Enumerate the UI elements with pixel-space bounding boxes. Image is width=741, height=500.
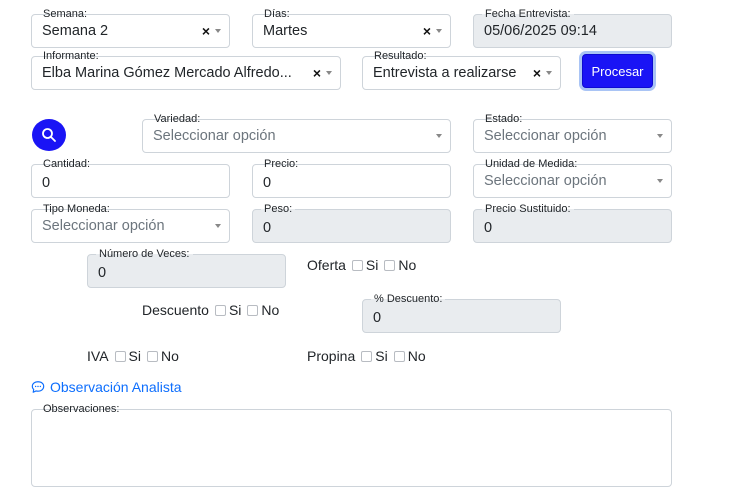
informante-label: Informante:	[40, 49, 102, 63]
iva-no-checkbox[interactable]	[146, 350, 158, 362]
peso-field: Peso: 0	[252, 202, 451, 243]
chat-icon	[31, 381, 45, 393]
search-icon	[42, 128, 56, 142]
caret-down-icon[interactable]	[657, 179, 663, 183]
fecha-entrevista-field: Fecha Entrevista: 05/06/2025 09:14	[473, 7, 672, 48]
resultado-select[interactable]: Resultado: Entrevista a realizarse ×	[362, 49, 561, 90]
clear-x-icon[interactable]: ×	[423, 23, 431, 39]
procesar-button[interactable]: Procesar	[582, 54, 653, 88]
oferta-group: Oferta Si No	[307, 257, 420, 273]
propina-si-checkbox[interactable]	[361, 350, 373, 362]
descuento-si-checkbox[interactable]	[214, 304, 226, 316]
iva-label: IVA	[87, 348, 109, 364]
numero-veces-label: Número de Veces:	[96, 247, 193, 261]
caret-down-icon[interactable]	[436, 134, 442, 138]
observacion-analista-link[interactable]: Observación Analista	[31, 379, 182, 395]
precio-value: 0	[263, 175, 272, 191]
dias-value: Martes	[263, 23, 308, 39]
peso-label: Peso:	[261, 202, 296, 216]
numero-veces-value: 0	[98, 265, 107, 281]
iva-group: IVA Si No	[87, 348, 183, 364]
unidad-medida-placeholder: Seleccionar opción	[484, 173, 607, 189]
oferta-no-checkbox[interactable]	[384, 259, 396, 271]
semana-value: Semana 2	[42, 23, 109, 39]
estado-select[interactable]: Estado: Seleccionar opción	[473, 112, 672, 153]
precio-sustituido-value: 0	[484, 220, 493, 236]
caret-down-icon[interactable]	[215, 29, 221, 33]
caret-down-icon[interactable]	[657, 134, 663, 138]
cantidad-label: Cantidad:	[40, 157, 94, 171]
descuento-no-label: No	[261, 302, 280, 318]
unidad-medida-label: Unidad de Medida:	[482, 157, 581, 171]
clear-x-icon[interactable]: ×	[313, 65, 321, 81]
numero-veces-field: Número de Veces: 0	[87, 247, 286, 288]
informante-select[interactable]: Informante: Elba Marina Gómez Mercado Al…	[31, 49, 341, 90]
variedad-select[interactable]: Variedad: Seleccionar opción	[142, 112, 451, 153]
observaciones-textarea[interactable]: Observaciones:	[31, 402, 672, 487]
search-button[interactable]	[32, 119, 66, 151]
fecha-entrevista-label: Fecha Entrevista:	[482, 7, 574, 21]
semana-label: Semana:	[40, 7, 91, 21]
resultado-value: Entrevista a realizarse	[373, 65, 517, 81]
tipo-moneda-placeholder: Seleccionar opción	[42, 218, 165, 234]
iva-si-label: Si	[128, 348, 141, 364]
porc-descuento-field: % Descuento: 0	[362, 292, 561, 333]
descuento-label: Descuento	[142, 302, 209, 318]
unidad-medida-select[interactable]: Unidad de Medida: Seleccionar opción	[473, 157, 672, 198]
variedad-placeholder: Seleccionar opción	[153, 128, 276, 144]
cantidad-value: 0	[42, 175, 51, 191]
caret-down-icon[interactable]	[436, 29, 442, 33]
resultado-label: Resultado:	[371, 49, 430, 63]
tipo-moneda-label: Tipo Moneda:	[40, 202, 113, 216]
propina-no-checkbox[interactable]	[393, 350, 405, 362]
oferta-si-checkbox[interactable]	[351, 259, 363, 271]
variedad-label: Variedad:	[151, 112, 204, 126]
descuento-group: Descuento Si No	[142, 302, 283, 318]
fecha-entrevista-value: 05/06/2025 09:14	[484, 23, 597, 39]
observacion-analista-label: Observación Analista	[50, 379, 182, 395]
peso-value: 0	[263, 220, 272, 236]
clear-x-icon[interactable]: ×	[202, 23, 210, 39]
precio-sustituido-field: Precio Sustituido: 0	[473, 202, 672, 243]
caret-down-icon[interactable]	[215, 224, 221, 228]
porc-descuento-value: 0	[373, 310, 382, 326]
oferta-no-label: No	[398, 257, 417, 273]
precio-sustituido-label: Precio Sustituido:	[482, 202, 574, 216]
caret-down-icon[interactable]	[546, 71, 552, 75]
dias-label: Días:	[261, 7, 293, 21]
dias-select[interactable]: Días: Martes ×	[252, 7, 451, 48]
descuento-si-label: Si	[228, 302, 242, 318]
descuento-no-checkbox[interactable]	[247, 304, 259, 316]
informante-value: Elba Marina Gómez Mercado Alfredo...	[42, 65, 292, 81]
estado-label: Estado:	[482, 112, 526, 126]
caret-down-icon[interactable]	[326, 71, 332, 75]
semana-select[interactable]: Semana: Semana 2 ×	[31, 7, 230, 48]
porc-descuento-label: % Descuento:	[371, 292, 446, 306]
cantidad-input[interactable]: Cantidad: 0	[31, 157, 230, 198]
iva-si-checkbox[interactable]	[114, 350, 126, 362]
iva-no-label: No	[160, 348, 179, 364]
propina-group: Propina Si No	[307, 348, 430, 364]
clear-x-icon[interactable]: ×	[533, 65, 541, 81]
precio-input[interactable]: Precio: 0	[252, 157, 451, 198]
propina-label: Propina	[307, 348, 356, 364]
oferta-label: Oferta	[307, 257, 346, 273]
propina-si-label: Si	[375, 348, 388, 364]
propina-no-label: No	[407, 348, 426, 364]
oferta-si-label: Si	[365, 257, 379, 273]
precio-label: Precio:	[261, 157, 302, 171]
tipo-moneda-select[interactable]: Tipo Moneda: Seleccionar opción	[31, 202, 230, 243]
estado-placeholder: Seleccionar opción	[484, 128, 607, 144]
observaciones-label: Observaciones:	[40, 402, 123, 416]
